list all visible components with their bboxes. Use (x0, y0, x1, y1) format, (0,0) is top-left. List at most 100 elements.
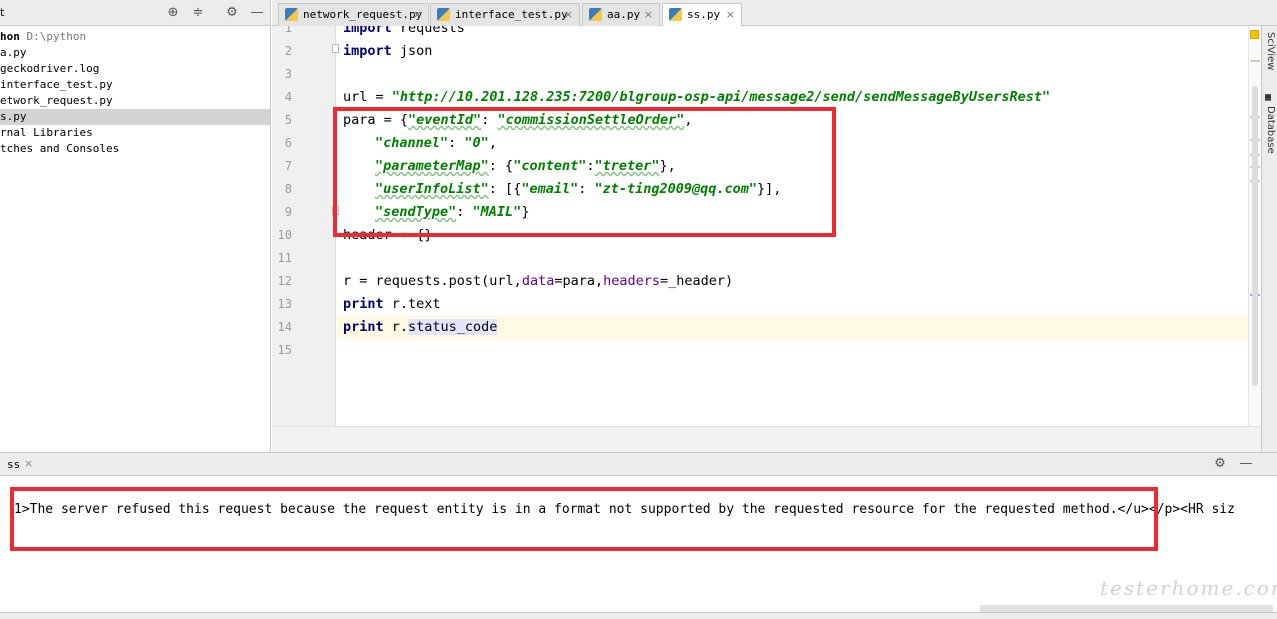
python-file-icon (589, 8, 602, 21)
code-line: import json (343, 43, 432, 59)
database-icon: ▦ (1265, 92, 1272, 103)
tree-item-file-selected[interactable]: s.py (0, 109, 270, 125)
code-line: "userInfoList": [{"email": "zt-ting2009@… (375, 181, 781, 197)
sciview-tool-tab[interactable]: SciView (1265, 32, 1276, 70)
line-number: 2 (284, 44, 292, 58)
close-icon[interactable]: × (644, 4, 653, 25)
string-literal: "commissionSettleOrder" (497, 112, 685, 128)
close-icon[interactable]: × (413, 4, 422, 25)
string-literal: "http://10.201.128.235:7200/blgroup-osp-… (391, 89, 1051, 105)
code-editor[interactable]: 1 2 3 4 5 6 7 8 9 10 11 12 13 14 15 impo… (272, 26, 1248, 426)
warning-indicator-icon[interactable] (1250, 30, 1259, 39)
tab-label: ss.py (687, 8, 721, 21)
tree-item-scratches[interactable]: tches and Consoles (0, 141, 270, 157)
tree-item-label: rnal Libraries (0, 126, 93, 139)
code-text: : (578, 181, 595, 197)
database-tool-tab[interactable]: Database (1265, 106, 1276, 154)
close-icon[interactable]: × (24, 457, 33, 470)
run-console[interactable]: 1>The server refused this request becaus… (0, 476, 1277, 619)
string-literal: "treter" (594, 158, 660, 174)
code-text: json (391, 43, 433, 59)
string-literal: "sendType" (375, 204, 457, 220)
string-literal: "MAIL" (472, 204, 522, 220)
locate-icon[interactable]: ⊕ (165, 5, 181, 21)
project-panel-title[interactable]: t (0, 6, 4, 19)
code-text: : (481, 112, 498, 128)
tree-item-external-libraries[interactable]: rnal Libraries (0, 125, 270, 141)
tab-label: aa.py (607, 8, 641, 21)
python-file-icon (437, 8, 450, 21)
python-file-icon (285, 8, 298, 21)
code-text: para = { (343, 112, 409, 128)
code-text: r = requests.post(url, (343, 273, 522, 289)
fold-marker[interactable] (332, 206, 339, 215)
code-line: r = requests.post(url,data=para,headers=… (343, 273, 733, 289)
tree-item-file[interactable]: interface_test.py (0, 77, 270, 93)
string-literal: "0" (464, 135, 489, 151)
code-text: requests (391, 26, 465, 36)
editor-tab-bar: network_request.py × interface_test.py ×… (272, 0, 1277, 27)
line-number: 1 (284, 26, 292, 35)
watermark: testerhome.com (1100, 576, 1277, 600)
tree-item-label: a.py (0, 46, 27, 59)
tab-aa[interactable]: aa.py × (582, 3, 660, 26)
status-bar (0, 612, 1277, 619)
line-number: 4 (284, 90, 292, 104)
collapse-all-icon[interactable]: ≑ (190, 5, 206, 21)
keyword: import (343, 26, 392, 36)
close-icon[interactable]: × (726, 4, 735, 25)
code-line: import requests (343, 26, 465, 36)
editor-scrollbar[interactable] (1248, 26, 1261, 426)
tree-item-file[interactable]: geckodriver.log (0, 61, 270, 77)
fold-marker[interactable] (332, 44, 339, 53)
minimize-icon[interactable]: — (1238, 456, 1254, 472)
tree-item-file[interactable]: a.py (0, 45, 270, 61)
console-output-line: 1>The server refused this request becaus… (14, 502, 1235, 517)
string-literal: "userInfoList" (375, 181, 489, 197)
code-line: print r.text (343, 296, 441, 312)
project-tree: hon D:\python a.py geckodriver.log inter… (0, 26, 270, 157)
line-gutter (272, 26, 336, 426)
param-name: headers (603, 273, 661, 289)
highlighted-identifier: status_code (408, 319, 498, 335)
string-literal: "parameterMap" (375, 158, 489, 174)
error-stripe-mark[interactable] (1250, 60, 1260, 62)
code-line: header = {} (343, 227, 432, 243)
tree-item-root[interactable]: hon D:\python (0, 29, 270, 45)
run-tab-label[interactable]: ss (7, 458, 20, 471)
tab-network-request[interactable]: network_request.py × (278, 3, 429, 26)
code-text: r. (383, 319, 409, 335)
code-text: : (448, 135, 465, 151)
tree-item-path: D:\python (26, 30, 87, 43)
tab-interface-test[interactable]: interface_test.py × (430, 3, 580, 26)
tree-item-label: s.py (0, 110, 27, 123)
keyword: import (343, 43, 392, 59)
code-text: =para, (554, 273, 604, 289)
code-text: : (456, 204, 473, 220)
code-line: url = "http://10.201.128.235:7200/blgrou… (343, 89, 1050, 105)
scrollbar-thumb[interactable] (1252, 86, 1258, 386)
close-icon[interactable]: × (564, 4, 573, 25)
string-literal: "eventId" (408, 112, 482, 128)
tree-item-file[interactable]: etwork_request.py (0, 93, 270, 109)
tree-item-label: etwork_request.py (0, 94, 113, 107)
minimize-icon[interactable]: — (249, 5, 265, 21)
line-number: 12 (277, 274, 292, 288)
line-number: 9 (284, 205, 292, 219)
param-name: data (521, 273, 555, 289)
gear-icon[interactable]: ⚙ (224, 5, 240, 21)
code-text: : { (488, 158, 514, 174)
gear-icon[interactable]: ⚙ (1212, 456, 1228, 472)
code-text: =_header) (660, 273, 734, 289)
line-number: 8 (284, 182, 292, 196)
code-line: para = {"eventId": "commissionSettleOrde… (343, 112, 693, 128)
code-line: print r.status_code (343, 319, 498, 335)
line-number: 13 (277, 297, 292, 311)
code-text: , (684, 112, 693, 128)
editor-footer (272, 426, 1261, 452)
run-panel-header: ss × ⚙ — (0, 452, 1277, 476)
line-number: 14 (277, 320, 292, 334)
tab-ss[interactable]: ss.py × (662, 3, 742, 27)
project-panel: t ⊕ ≑ ⚙ — hon D:\python a.py geckodriver… (0, 0, 271, 452)
string-literal: "zt-ting2009@qq.com" (594, 181, 758, 197)
